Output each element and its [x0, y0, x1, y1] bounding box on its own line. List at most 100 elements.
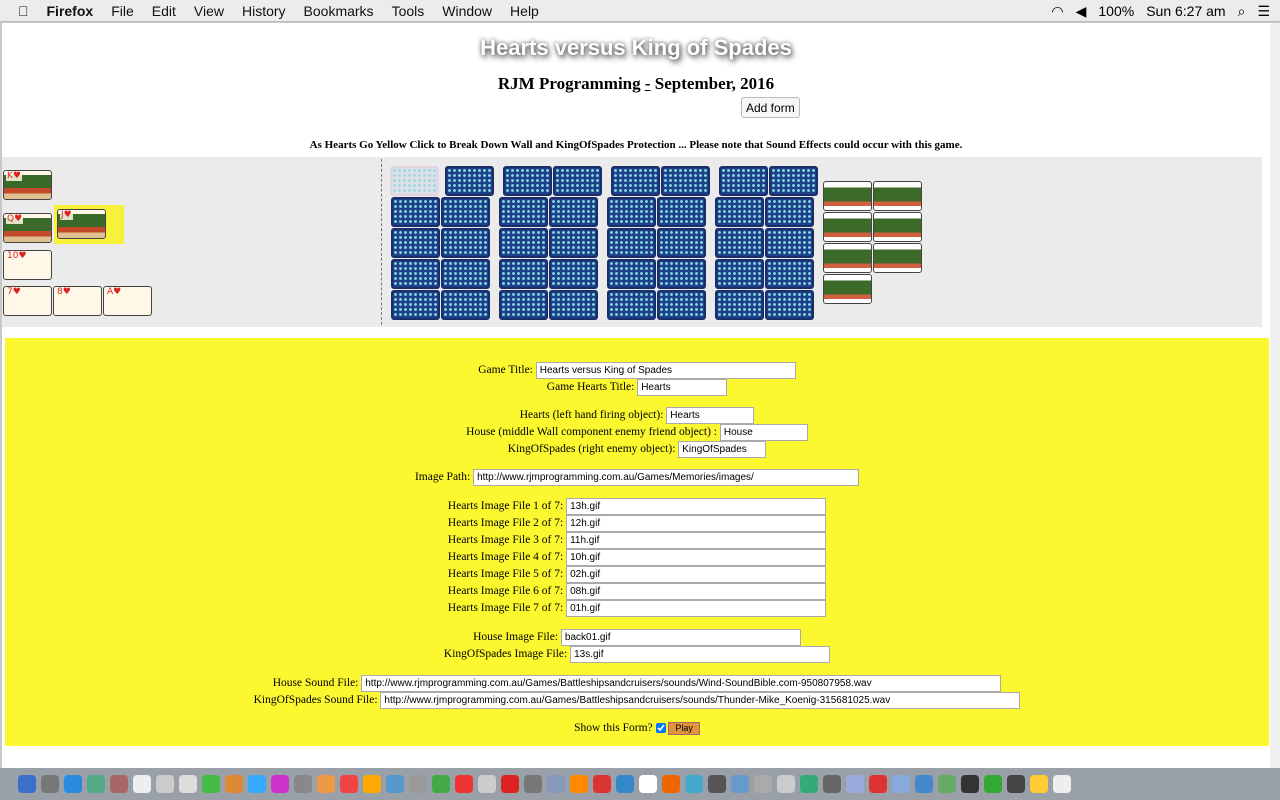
- menu-file[interactable]: File: [111, 3, 134, 19]
- dock-app-icon[interactable]: [202, 775, 220, 793]
- king-of-spades-card[interactable]: [873, 243, 922, 273]
- menu-app-firefox[interactable]: Firefox: [47, 3, 94, 19]
- dock-app-icon[interactable]: [133, 775, 151, 793]
- dock-app-icon[interactable]: [938, 775, 956, 793]
- wall-card[interactable]: [441, 290, 490, 320]
- wall-card[interactable]: [390, 166, 439, 196]
- king-of-spades-card[interactable]: [823, 212, 872, 242]
- menu-bookmarks[interactable]: Bookmarks: [304, 3, 374, 19]
- dock-app-icon[interactable]: [87, 775, 105, 793]
- wall-card[interactable]: [549, 290, 598, 320]
- scrollbar[interactable]: [1270, 23, 1280, 768]
- dock-app-icon[interactable]: [317, 775, 335, 793]
- menu-history[interactable]: History: [242, 3, 286, 19]
- wall-card[interactable]: [715, 290, 764, 320]
- dock-app-icon[interactable]: [248, 775, 266, 793]
- wall-card[interactable]: [765, 197, 814, 227]
- field-input[interactable]: [566, 532, 827, 549]
- field-input[interactable]: [566, 515, 827, 532]
- wall-card[interactable]: [657, 290, 706, 320]
- menu-tools[interactable]: Tools: [392, 3, 425, 19]
- volume-icon[interactable]: ◀: [1076, 3, 1087, 20]
- wall-card[interactable]: [607, 197, 656, 227]
- heart-card[interactable]: Q♥: [3, 213, 52, 243]
- add-form-button[interactable]: Add form: [741, 97, 800, 118]
- dock-app-icon[interactable]: [294, 775, 312, 793]
- wall-card[interactable]: [499, 228, 548, 258]
- dock-app-icon[interactable]: [110, 775, 128, 793]
- field-input[interactable]: [473, 469, 860, 486]
- dock-app-icon[interactable]: [455, 775, 473, 793]
- dock-app-icon[interactable]: [685, 775, 703, 793]
- wall-card[interactable]: [657, 197, 706, 227]
- dock-app-icon[interactable]: [961, 775, 979, 793]
- heart-card[interactable]: A♥: [103, 286, 152, 316]
- heart-card[interactable]: J♥: [57, 209, 106, 239]
- wall-card[interactable]: [607, 228, 656, 258]
- clock[interactable]: Sun 6:27 am: [1146, 3, 1225, 19]
- dock-app-icon[interactable]: [1053, 775, 1071, 793]
- wall-card[interactable]: [549, 197, 598, 227]
- field-input[interactable]: [560, 629, 801, 646]
- wall-card[interactable]: [549, 228, 598, 258]
- wall-card[interactable]: [765, 228, 814, 258]
- dock-app-icon[interactable]: [823, 775, 841, 793]
- wall-card[interactable]: [765, 259, 814, 289]
- wall-card[interactable]: [657, 259, 706, 289]
- wall-card[interactable]: [391, 259, 440, 289]
- show-form-checkbox[interactable]: [655, 723, 666, 734]
- field-input[interactable]: [566, 498, 827, 515]
- dock-app-icon[interactable]: [731, 775, 749, 793]
- field-input[interactable]: [570, 646, 831, 663]
- wall-card[interactable]: [391, 197, 440, 227]
- dock-app-icon[interactable]: [915, 775, 933, 793]
- dock-app-icon[interactable]: [800, 775, 818, 793]
- dock-app-icon[interactable]: [64, 775, 82, 793]
- wifi-icon[interactable]: ◠: [1051, 3, 1063, 20]
- wall-card[interactable]: [607, 259, 656, 289]
- wall-card[interactable]: [553, 166, 602, 196]
- dock-app-icon[interactable]: [18, 775, 36, 793]
- dock-app-icon[interactable]: [156, 775, 174, 793]
- dock-app-icon[interactable]: [639, 775, 657, 793]
- heart-card[interactable]: 8♥: [53, 286, 102, 316]
- dock-app-icon[interactable]: [386, 775, 404, 793]
- wall-card[interactable]: [441, 259, 490, 289]
- wall-card[interactable]: [657, 228, 706, 258]
- field-input[interactable]: [566, 549, 827, 566]
- wall-card[interactable]: [441, 197, 490, 227]
- field-input[interactable]: [566, 600, 827, 617]
- menu-edit[interactable]: Edit: [152, 3, 176, 19]
- wall-card[interactable]: [719, 166, 768, 196]
- dock-app-icon[interactable]: [662, 775, 680, 793]
- field-input[interactable]: [566, 583, 827, 600]
- dock-app-icon[interactable]: [1007, 775, 1025, 793]
- field-input[interactable]: [637, 379, 728, 396]
- dock-app-icon[interactable]: [570, 775, 588, 793]
- dock-app-icon[interactable]: [225, 775, 243, 793]
- list-icon[interactable]: ☰: [1257, 3, 1270, 20]
- dock-app-icon[interactable]: [892, 775, 910, 793]
- apple-menu-icon[interactable]: : [18, 3, 29, 19]
- dock-app-icon[interactable]: [41, 775, 59, 793]
- wall-card[interactable]: [445, 166, 494, 196]
- battery-percent[interactable]: 100%: [1098, 3, 1134, 19]
- dock-app-icon[interactable]: [777, 775, 795, 793]
- dock-app-icon[interactable]: [616, 775, 634, 793]
- field-input[interactable]: [566, 566, 827, 583]
- heart-card[interactable]: 10♥: [3, 250, 52, 280]
- dock-app-icon[interactable]: [501, 775, 519, 793]
- menu-window[interactable]: Window: [442, 3, 492, 19]
- king-of-spades-card[interactable]: [873, 212, 922, 242]
- field-input[interactable]: [380, 692, 1021, 709]
- dock-app-icon[interactable]: [179, 775, 197, 793]
- wall-card[interactable]: [607, 290, 656, 320]
- wall-card[interactable]: [391, 228, 440, 258]
- dock-app-icon[interactable]: [754, 775, 772, 793]
- wall-card[interactable]: [499, 259, 548, 289]
- wall-card[interactable]: [715, 228, 764, 258]
- wall-card[interactable]: [769, 166, 818, 196]
- dock-app-icon[interactable]: [432, 775, 450, 793]
- wall-card[interactable]: [715, 259, 764, 289]
- field-input[interactable]: [719, 424, 808, 441]
